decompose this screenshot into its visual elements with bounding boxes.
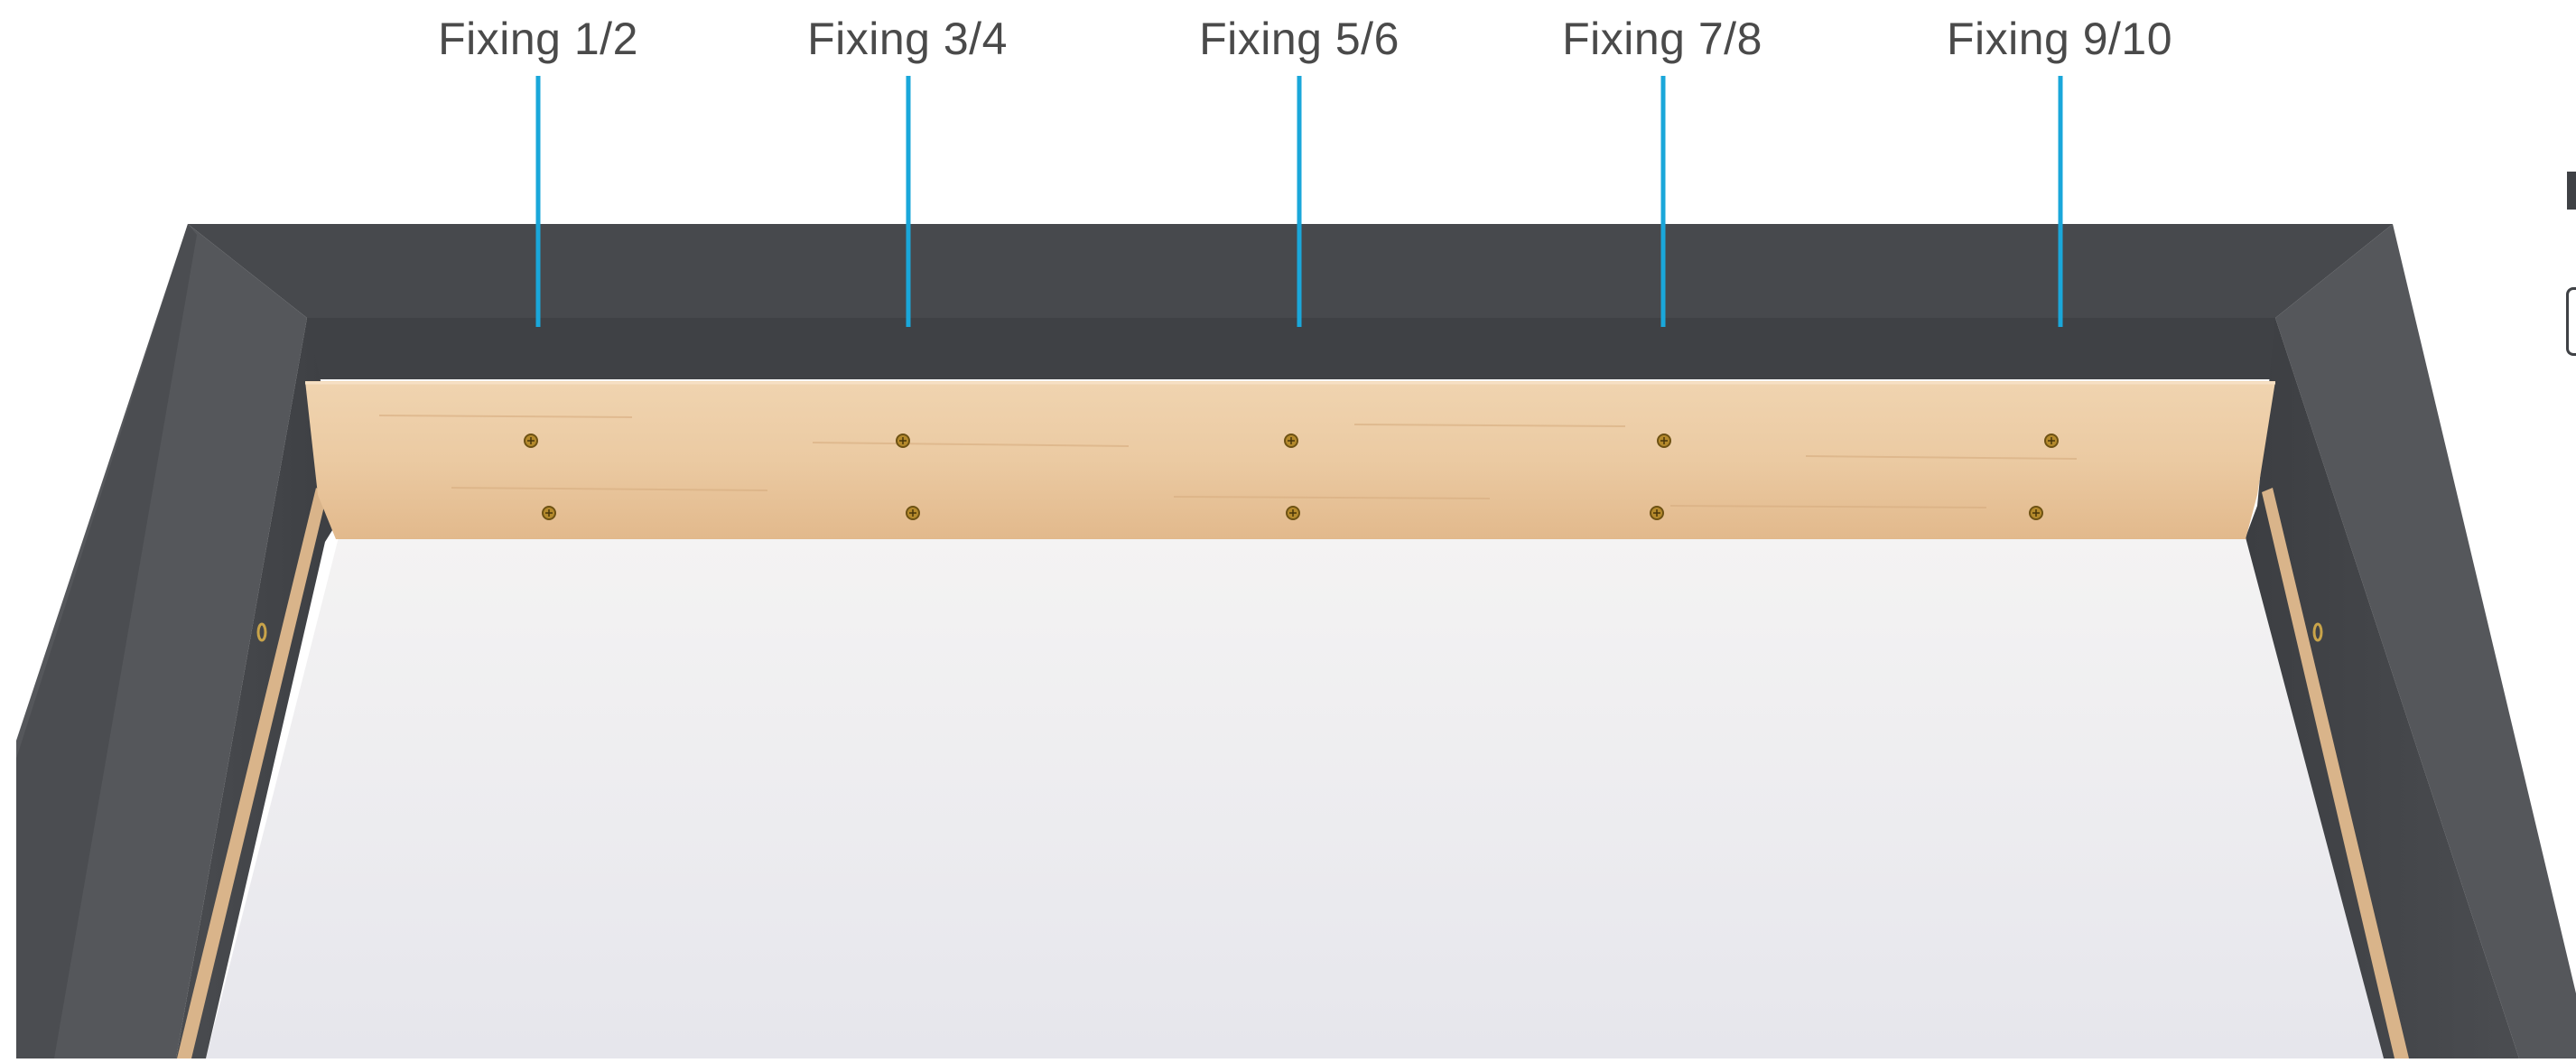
fixing-leader-line-4 bbox=[1660, 76, 1666, 327]
fixing-leader-line-3 bbox=[1297, 76, 1302, 327]
drawer-diagram: Fixing 1/2 Fixing 3/4 Fixing 5/6 Fixing … bbox=[0, 0, 2576, 1058]
back-panel-inner bbox=[307, 318, 2275, 379]
fixing-label-4: Fixing 7/8 bbox=[1562, 14, 1762, 64]
fixing-label-2: Fixing 3/4 bbox=[807, 14, 1008, 64]
fixing-label-5: Fixing 9/10 bbox=[1946, 14, 2173, 64]
fixing-label-1: Fixing 1/2 bbox=[438, 14, 638, 64]
fixing-label-3: Fixing 5/6 bbox=[1199, 14, 1400, 64]
drawer-illustration bbox=[16, 224, 2576, 1058]
fixing-leader-line-1 bbox=[535, 76, 541, 327]
fixing-leader-line-5 bbox=[2058, 76, 2063, 327]
fixing-leader-line-2 bbox=[906, 76, 911, 327]
edge-mark-bottom bbox=[2566, 287, 2576, 356]
edge-mark-top bbox=[2567, 172, 2576, 210]
drawer-floor bbox=[206, 537, 2384, 1058]
